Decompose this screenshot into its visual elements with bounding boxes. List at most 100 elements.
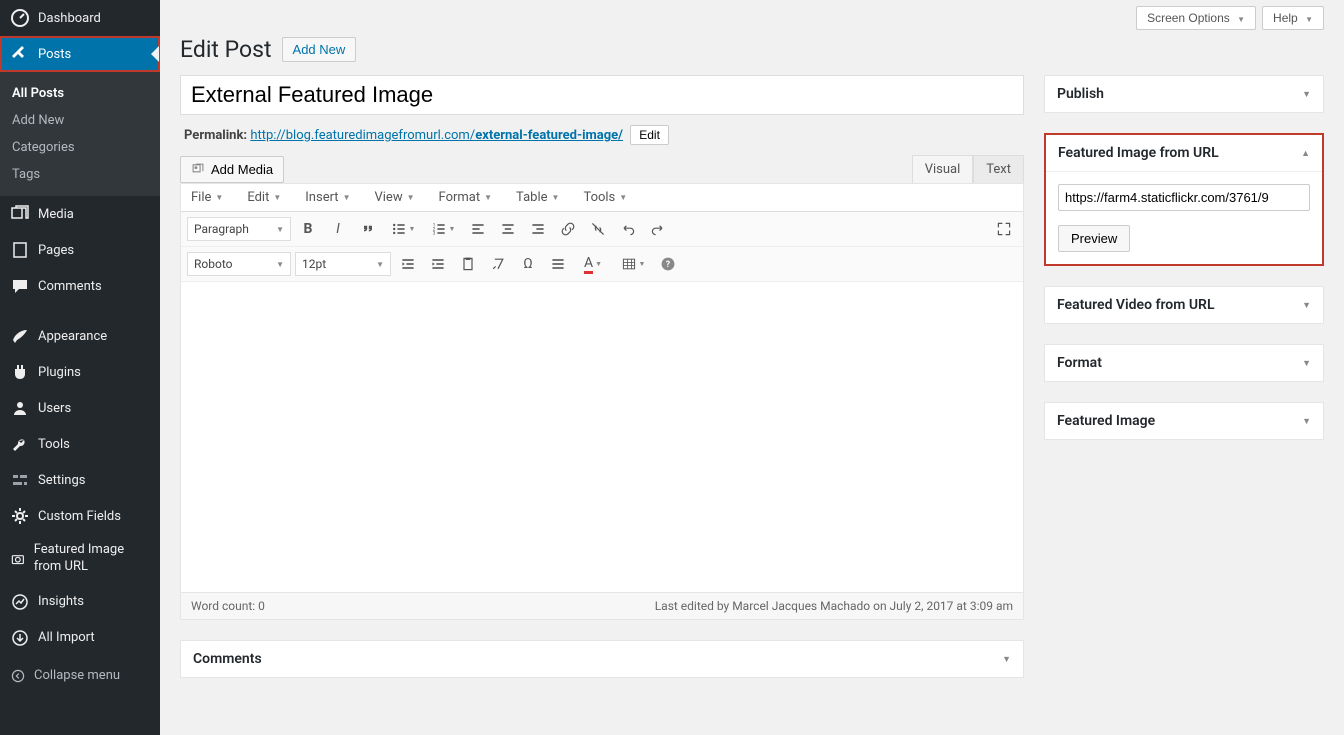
chevron-down-icon: ▼ <box>1237 15 1245 24</box>
fifu-toggle[interactable]: Featured Image from URL ▲ <box>1046 135 1322 172</box>
sidebar-label: Posts <box>38 47 71 62</box>
sidebar-item-tools[interactable]: Tools <box>0 426 160 462</box>
sidebar-item-fifu[interactable]: Featured Image from URL <box>0 534 160 584</box>
main-content: Screen Options ▼ Help ▼ Edit Post Add Ne… <box>160 0 1344 735</box>
sidebar-item-posts[interactable]: Posts <box>0 36 160 72</box>
tab-text[interactable]: Text <box>973 155 1024 183</box>
blockquote-button[interactable] <box>355 216 381 242</box>
insights-icon <box>10 592 30 612</box>
comments-toggle[interactable]: Comments ▼ <box>181 641 1023 677</box>
tab-visual[interactable]: Visual <box>912 155 974 183</box>
special-char-button[interactable]: Ω <box>515 251 541 277</box>
bullet-list-button[interactable]: ▼ <box>385 216 421 242</box>
help-button[interactable]: Help ▼ <box>1262 6 1324 30</box>
chevron-down-icon: ▼ <box>1305 15 1313 24</box>
sidebar-item-settings[interactable]: Settings <box>0 462 160 498</box>
sidebar-label: Comments <box>38 279 102 294</box>
submenu-add-new[interactable]: Add New <box>0 107 160 134</box>
sidebar-item-pages[interactable]: Pages <box>0 232 160 268</box>
paste-text-button[interactable] <box>455 251 481 277</box>
appearance-icon <box>10 326 30 346</box>
add-new-button[interactable]: Add New <box>282 37 357 62</box>
text-color-button[interactable]: A▼ <box>575 251 611 277</box>
indent-button[interactable] <box>425 251 451 277</box>
submenu-all-posts[interactable]: All Posts <box>0 80 160 107</box>
publish-toggle[interactable]: Publish ▼ <box>1045 76 1323 112</box>
align-left-button[interactable] <box>465 216 491 242</box>
fifu-metabox: Featured Image from URL ▲ Preview <box>1044 133 1324 266</box>
sidebar-label: Appearance <box>38 329 107 344</box>
content-editor[interactable] <box>181 282 1023 592</box>
align-justify-button[interactable] <box>545 251 571 277</box>
number-list-button[interactable]: 123▼ <box>425 216 461 242</box>
chevron-down-icon: ▼ <box>1302 358 1311 369</box>
menu-format[interactable]: Format▼ <box>439 190 493 205</box>
tools-icon <box>10 434 30 454</box>
sidebar-item-insights[interactable]: Insights <box>0 584 160 620</box>
menu-tools[interactable]: Tools▼ <box>583 190 627 205</box>
sidebar-item-custom-fields[interactable]: Custom Fields <box>0 498 160 534</box>
dashboard-icon <box>10 8 30 28</box>
sidebar-item-users[interactable]: Users <box>0 390 160 426</box>
align-right-button[interactable] <box>525 216 551 242</box>
chevron-down-icon: ▼ <box>1302 89 1311 100</box>
editor-container: File▼ Edit▼ Insert▼ View▼ Format▼ Table▼… <box>180 183 1024 620</box>
undo-button[interactable] <box>615 216 641 242</box>
pin-icon <box>10 44 30 64</box>
align-center-button[interactable] <box>495 216 521 242</box>
permalink-edit-button[interactable]: Edit <box>630 125 669 145</box>
submenu-tags[interactable]: Tags <box>0 161 160 188</box>
fifu-url-input[interactable] <box>1058 184 1310 211</box>
fifu-preview-button[interactable]: Preview <box>1058 225 1130 252</box>
menu-edit[interactable]: Edit▼ <box>247 190 281 205</box>
add-media-button[interactable]: Add Media <box>180 156 284 183</box>
sidebar-label: Insights <box>38 594 84 609</box>
unlink-button[interactable] <box>585 216 611 242</box>
menu-table[interactable]: Table▼ <box>516 190 559 205</box>
redo-button[interactable] <box>645 216 671 242</box>
outdent-button[interactable] <box>395 251 421 277</box>
video-toggle[interactable]: Featured Video from URL ▼ <box>1045 287 1323 323</box>
sidebar-item-dashboard[interactable]: Dashboard <box>0 0 160 36</box>
admin-sidebar: Dashboard Posts All Posts Add New Catego… <box>0 0 160 735</box>
sidebar-item-all-import[interactable]: All Import <box>0 620 160 656</box>
menu-file[interactable]: File▼ <box>191 190 223 205</box>
featured-image-toggle[interactable]: Featured Image ▼ <box>1045 403 1323 439</box>
last-edited: Last edited by Marcel Jacques Machado on… <box>655 599 1013 613</box>
settings-icon <box>10 470 30 490</box>
menu-view[interactable]: View▼ <box>374 190 414 205</box>
italic-button[interactable]: I <box>325 216 351 242</box>
menu-insert[interactable]: Insert▼ <box>305 190 350 205</box>
clear-format-button[interactable] <box>485 251 511 277</box>
help-icon-button[interactable]: ? <box>655 251 681 277</box>
fullscreen-button[interactable] <box>991 216 1017 242</box>
block-format-select[interactable]: Paragraph▼ <box>187 217 291 241</box>
sidebar-label: Users <box>38 401 71 416</box>
svg-text:3: 3 <box>432 231 435 237</box>
font-family-select[interactable]: Roboto▼ <box>187 252 291 276</box>
media-icon <box>191 162 205 176</box>
sidebar-label: Tools <box>38 437 70 452</box>
format-toggle[interactable]: Format ▼ <box>1045 345 1323 381</box>
sidebar-label: Pages <box>38 243 74 258</box>
sidebar-item-comments[interactable]: Comments <box>0 268 160 304</box>
link-button[interactable] <box>555 216 581 242</box>
submenu-categories[interactable]: Categories <box>0 134 160 161</box>
screen-options-button[interactable]: Screen Options ▼ <box>1136 6 1256 30</box>
svg-text:?: ? <box>666 260 671 270</box>
sidebar-item-appearance[interactable]: Appearance <box>0 318 160 354</box>
sidebar-item-media[interactable]: Media <box>0 196 160 232</box>
sidebar-item-plugins[interactable]: Plugins <box>0 354 160 390</box>
toolbar-row-1: Paragraph▼ B I ▼ 123▼ <box>181 212 1023 247</box>
font-size-select[interactable]: 12pt▼ <box>295 252 391 276</box>
video-metabox: Featured Video from URL ▼ <box>1044 286 1324 324</box>
permalink-link[interactable]: http://blog.featuredimagefromurl.com/ext… <box>250 128 623 143</box>
sidebar-label: Media <box>38 207 74 222</box>
chevron-up-icon: ▲ <box>1301 148 1310 159</box>
post-title-input[interactable] <box>180 75 1024 115</box>
bold-button[interactable]: B <box>295 216 321 242</box>
plugins-icon <box>10 362 30 382</box>
users-icon <box>10 398 30 418</box>
collapse-menu[interactable]: Collapse menu <box>0 660 160 692</box>
table-button[interactable]: ▼ <box>615 251 651 277</box>
